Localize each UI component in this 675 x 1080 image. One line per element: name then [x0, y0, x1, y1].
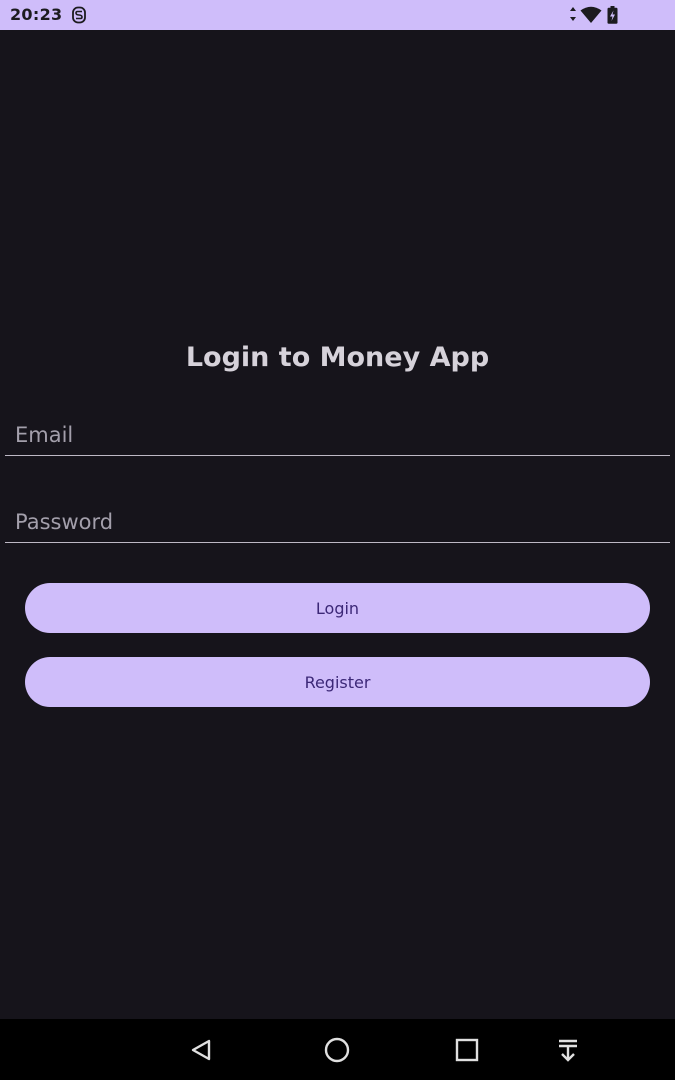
- wifi-icon: [580, 6, 602, 23]
- password-field[interactable]: [5, 493, 670, 543]
- email-field[interactable]: [5, 406, 670, 456]
- password-input[interactable]: [15, 507, 655, 537]
- home-icon[interactable]: [322, 1035, 352, 1065]
- battery-charging-icon: [607, 6, 618, 24]
- notification-s-icon: [71, 6, 87, 24]
- status-icons: [570, 6, 647, 24]
- status-bar: 20:23: [0, 0, 675, 30]
- login-button[interactable]: Login: [25, 583, 650, 633]
- data-arrows-icon: [570, 7, 576, 21]
- keyboard-hide-icon[interactable]: [553, 1035, 583, 1065]
- login-screen: 20:23 Login to Money App Email Login Reg…: [0, 0, 675, 1080]
- recents-icon[interactable]: [452, 1035, 482, 1065]
- register-button[interactable]: Register: [25, 657, 650, 707]
- page-title: Login to Money App: [185, 342, 490, 373]
- back-icon[interactable]: [186, 1035, 216, 1065]
- email-input[interactable]: [15, 420, 655, 450]
- status-time: 20:23: [10, 5, 63, 24]
- navigation-bar: [0, 1019, 675, 1080]
